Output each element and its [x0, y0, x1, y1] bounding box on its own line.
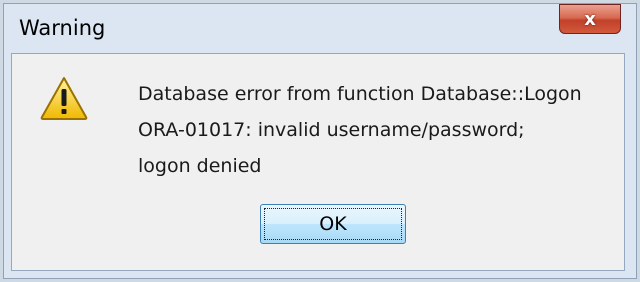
window-title: Warning	[19, 16, 106, 40]
error-message: Database error from function Database::L…	[138, 76, 582, 184]
warning-dialog: Warning x Database error from function D…	[0, 0, 640, 282]
ok-button-label: OK	[264, 208, 402, 240]
title-bar[interactable]: Warning x	[7, 4, 633, 49]
message-line: ORA-01017: invalid username/password;	[138, 119, 525, 141]
close-icon: x	[584, 8, 596, 30]
dialog-content: Database error from function Database::L…	[11, 53, 625, 271]
message-line: logon denied	[138, 155, 262, 177]
warning-triangle-icon	[40, 77, 88, 120]
ok-button[interactable]: OK	[260, 204, 406, 244]
close-button[interactable]: x	[559, 4, 621, 34]
message-line: Database error from function Database::L…	[138, 83, 582, 105]
